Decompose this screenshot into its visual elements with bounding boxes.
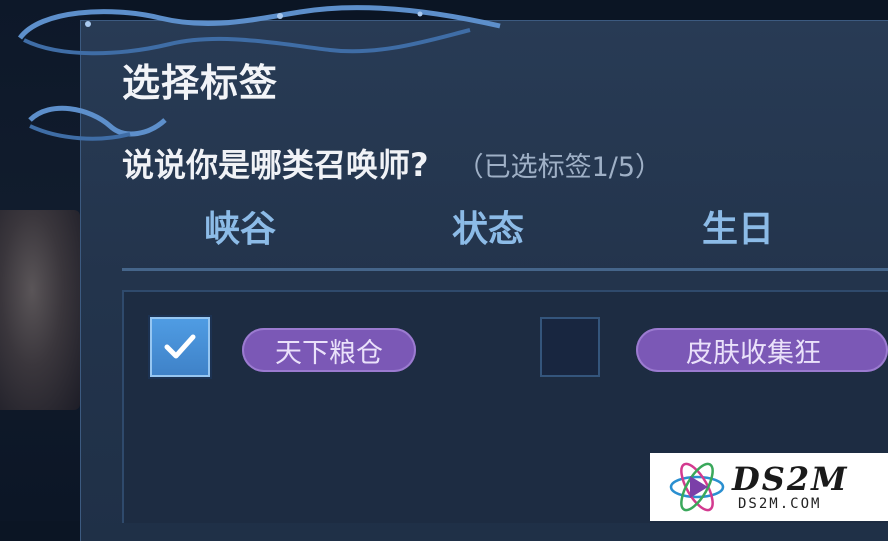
category-tabs: 峡谷 状态 生日 [122,198,888,271]
tab-canyon[interactable]: 峡谷 [204,200,276,252]
tab-birthday[interactable]: 生日 [702,200,774,252]
tab-status[interactable]: 状态 [452,200,524,252]
question-text: 说说你是哪类召唤师? [122,146,429,184]
character-portrait [0,210,80,410]
watermark: DS2M DS2M.COM [650,453,888,521]
watermark-text: DS2M DS2M.COM [732,462,849,512]
atom-logo-icon [669,462,725,512]
watermark-brand: DS2M [732,460,849,498]
question-row: 说说你是哪类召唤师? （已选标签1/5） [122,140,662,186]
tag-chip[interactable]: 天下粮仓 [242,328,416,372]
tag-checkbox-checked[interactable] [150,317,210,377]
dialog-title: 选择标签 [122,61,279,105]
tag-chip[interactable]: 皮肤收集狂 [636,328,888,372]
tag-checkbox-unchecked[interactable] [540,317,600,377]
selected-count: （已选标签1/5） [456,152,663,183]
watermark-url: DS2M.COM [738,496,822,512]
checkmark-icon [164,334,196,359]
